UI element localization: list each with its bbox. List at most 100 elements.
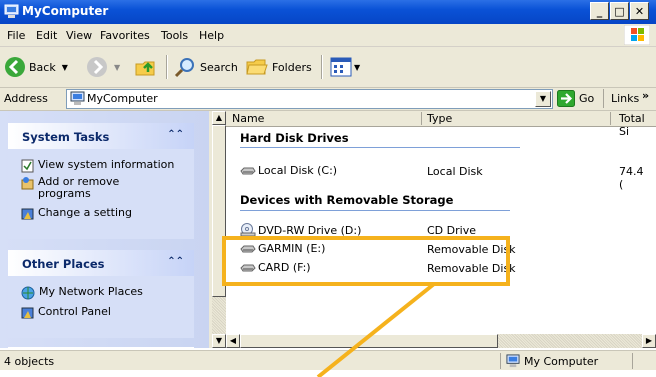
group-underline <box>240 210 510 211</box>
back-arrow-icon <box>5 57 25 77</box>
task-label: Control Panel <box>38 305 111 318</box>
go-label: Go <box>579 92 595 105</box>
control-panel-icon <box>21 208 34 220</box>
forward-button[interactable]: ▼ <box>86 55 120 79</box>
folders-icon <box>246 59 268 75</box>
scroll-right-button[interactable]: ▶ <box>642 334 656 348</box>
menu-tools[interactable]: Tools <box>161 29 188 42</box>
system-tasks-panel: System Tasks ⌃⌃ View system information … <box>8 123 194 239</box>
other-places-header[interactable]: Other Places ⌃⌃ <box>8 250 194 276</box>
close-button[interactable]: ✕ <box>630 2 649 20</box>
horizontal-scroll-track[interactable] <box>498 334 642 348</box>
status-location: My Computer <box>506 354 598 368</box>
toolbar-separator <box>321 55 323 79</box>
add-remove-programs-icon <box>21 177 34 190</box>
vertical-scrollbar[interactable]: ▲ ▼ <box>212 111 226 348</box>
folders-label: Folders <box>272 60 312 74</box>
menu-bar: File Edit View Favorites Tools Help <box>0 24 656 47</box>
search-icon <box>174 58 194 78</box>
maximize-button[interactable]: □ <box>610 2 629 20</box>
collapse-chevron-icon[interactable]: ⌃⌃ <box>167 256 184 267</box>
go-button[interactable]: Go <box>557 90 594 107</box>
up-folder-button[interactable] <box>134 55 158 79</box>
column-header: Name Type Total Si <box>226 111 656 138</box>
menu-favorites[interactable]: Favorites <box>100 29 150 42</box>
control-panel-icon <box>21 307 34 319</box>
item-name: DVD-RW Drive (D:) <box>258 223 362 237</box>
system-tasks-title: System Tasks <box>22 130 110 144</box>
column-total-size[interactable]: Total Si <box>619 112 656 138</box>
search-label: Search <box>200 60 238 74</box>
item-size: 74.4 ( <box>619 165 644 191</box>
back-label: Back <box>29 60 56 74</box>
other-places-panel: Other Places ⌃⌃ My Network Places Contro… <box>8 250 194 338</box>
forward-arrow-icon <box>87 57 107 77</box>
address-value: MyComputer <box>87 92 158 105</box>
address-input[interactable]: MyComputer ▼ <box>66 89 553 109</box>
horizontal-scroll-thumb[interactable] <box>240 334 498 348</box>
status-divider <box>632 353 633 369</box>
horizontal-scrollbar[interactable]: ▼ ◀ ▶ <box>212 334 656 348</box>
menu-edit[interactable]: Edit <box>36 29 57 42</box>
network-places-icon <box>21 286 35 300</box>
system-info-icon <box>21 159 34 173</box>
collapse-chevron-icon[interactable]: ⌃⌃ <box>167 129 184 140</box>
address-dropdown-button[interactable]: ▼ <box>535 91 551 107</box>
links-chevron-icon[interactable]: » <box>642 89 649 102</box>
up-folder-icon <box>135 61 155 76</box>
task-label: View system information <box>38 158 175 171</box>
other-places-body: My Network Places Control Panel <box>8 276 194 338</box>
address-bar: Address MyComputer ▼ Go Links » <box>0 88 656 111</box>
item-name: Local Disk (C:) <box>258 164 338 177</box>
title-bar[interactable]: MyComputer _ □ ✕ <box>0 0 656 24</box>
toolbar-separator <box>166 55 168 79</box>
scroll-left-button[interactable]: ◀ <box>226 334 240 348</box>
column-type[interactable]: Type <box>427 112 452 125</box>
list-item[interactable]: Local Disk (C:) Local Disk 74.4 ( <box>226 163 646 191</box>
item-type: Local Disk <box>427 165 483 178</box>
column-name[interactable]: Name <box>232 112 264 125</box>
status-location-label: My Computer <box>524 354 599 368</box>
place-control-panel[interactable]: Control Panel <box>21 306 111 320</box>
hard-disk-icon <box>240 167 256 174</box>
menu-help[interactable]: Help <box>199 29 224 42</box>
vertical-scroll-track[interactable] <box>212 297 226 334</box>
status-bar: 4 objects My Computer <box>0 350 656 370</box>
highlight-box <box>222 236 510 286</box>
system-tasks-header[interactable]: System Tasks ⌃⌃ <box>8 123 194 149</box>
address-separator <box>603 89 604 108</box>
computer-icon <box>4 4 19 18</box>
menu-file[interactable]: File <box>7 29 25 42</box>
menu-view[interactable]: View <box>66 29 92 42</box>
windows-flag-icon <box>624 25 650 45</box>
scroll-up-button[interactable]: ▲ <box>212 111 226 125</box>
dvd-drive-icon <box>240 223 256 237</box>
column-divider[interactable] <box>421 112 422 125</box>
place-my-network-places[interactable]: My Network Places <box>21 286 143 300</box>
task-label: My Network Places <box>39 285 143 298</box>
folders-button[interactable]: Folders <box>245 55 312 79</box>
task-add-remove-programs[interactable]: Add or remove programs <box>21 176 181 200</box>
window-title: MyComputer <box>22 4 109 18</box>
links-button[interactable]: Links <box>611 92 639 105</box>
group-hard-disk-drives[interactable]: Hard Disk Drives <box>240 131 349 145</box>
task-view-system-information[interactable]: View system information <box>21 159 174 173</box>
views-icon <box>330 57 352 77</box>
scroll-down-button[interactable]: ▼ <box>212 334 226 348</box>
search-button[interactable]: Search <box>173 55 238 79</box>
back-dropdown-icon[interactable]: ▼ <box>62 63 68 72</box>
views-button[interactable]: ▼ <box>330 55 360 79</box>
back-button[interactable]: Back ▼ <box>4 55 68 79</box>
group-removable-storage[interactable]: Devices with Removable Storage <box>240 193 453 207</box>
computer-icon <box>70 91 85 105</box>
explorer-window: MyComputer _ □ ✕ File Edit View Favorite… <box>0 0 656 370</box>
minimize-button[interactable]: _ <box>590 2 609 20</box>
task-pane: System Tasks ⌃⌃ View system information … <box>0 111 209 351</box>
column-divider[interactable] <box>610 112 611 125</box>
forward-dropdown-icon[interactable]: ▼ <box>114 63 120 72</box>
task-change-a-setting[interactable]: Change a setting <box>21 207 132 221</box>
task-label: Change a setting <box>38 206 132 219</box>
system-tasks-body: View system information Add or remove pr… <box>8 149 194 239</box>
go-arrow-icon <box>557 90 575 107</box>
views-dropdown-icon[interactable]: ▼ <box>354 63 360 72</box>
